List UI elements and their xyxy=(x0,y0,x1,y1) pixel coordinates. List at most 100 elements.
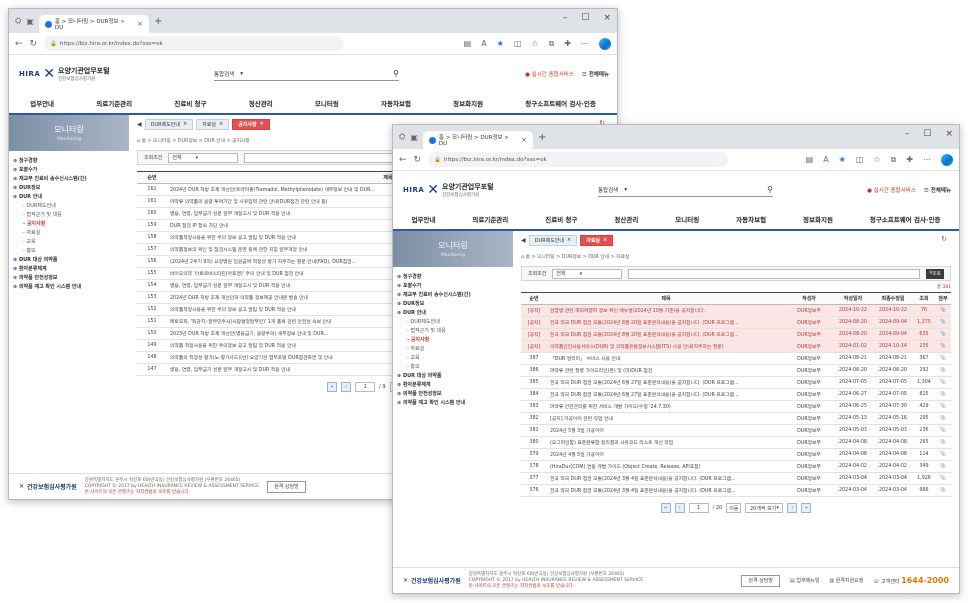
extensions-icon[interactable]: ✚ xyxy=(906,155,913,164)
search-dropdown-icon[interactable]: ▾ xyxy=(624,187,627,193)
search-icon[interactable]: ⚲ xyxy=(393,69,399,78)
table-row[interactable]: 385 전국 약국 DUR 점검 모듈(2024년 6월 27일 표준분석내용)을… xyxy=(521,376,951,389)
lnb-item[interactable]: 홍보 xyxy=(397,363,509,372)
integrated-search[interactable]: 통합검색 ▾ ⚲ xyxy=(214,67,399,81)
gnb-item[interactable]: 청구소프트웨어 검사·인증 xyxy=(870,214,941,224)
attachment-icon[interactable]: 📎 xyxy=(935,316,951,329)
lnb-item[interactable]: 의약품 재고 확인 시스템 안내 xyxy=(397,399,509,408)
lnb-item[interactable]: DUR 대상 의약품 xyxy=(397,372,509,381)
row-title-link[interactable]: 의약품안전사용서비스(DUR) 및 의약품유통정보시스템(ITS) 사용 안내(… xyxy=(547,340,785,353)
per-page-select[interactable]: 20개씩 보기 ▾ xyxy=(745,503,784,513)
row-title-link[interactable]: [공지] 가공이어 관련 작업 안내 xyxy=(547,412,785,425)
search-button[interactable]: ⚲ 조회 xyxy=(926,268,944,279)
content-tab[interactable]: DUR제도안내 × xyxy=(144,118,194,130)
row-title-link[interactable]: 마약류 관련 질병 가이드라인(본) 및 (마)DUR 점검 xyxy=(547,364,785,377)
attachment-icon[interactable]: 📎 xyxy=(935,472,951,485)
row-title-link[interactable]: (HiraDur(COM) 연동 개발 가이드 (Object Create, … xyxy=(547,460,785,473)
more-icon[interactable]: ⋯ xyxy=(923,155,931,164)
gnb-item[interactable]: 의료기준관리 xyxy=(472,214,508,224)
keyword-input[interactable] xyxy=(628,268,920,279)
favorites-icon[interactable]: ☆ xyxy=(873,155,880,164)
manual-link[interactable]: ▤ 업무매뉴얼 xyxy=(790,577,819,584)
profile-icon[interactable]: ⛭ xyxy=(399,132,405,142)
tabs-prev-icon[interactable]: ◀ xyxy=(137,121,142,128)
attachment-icon[interactable]: 📎 xyxy=(935,400,951,413)
lnb-item[interactable]: DUR정보 xyxy=(13,184,125,193)
filter-select[interactable]: 전체 ▾ xyxy=(552,268,623,279)
lnb-item[interactable]: 법적근거 및 대응 xyxy=(13,211,125,220)
close-tab-icon[interactable]: × xyxy=(260,121,264,127)
row-title-link[interactable]: 감염병 관련 해외여행력 정보 확인 매뉴얼(2024년 10월 기준)을 공지… xyxy=(547,304,785,317)
table-row[interactable]: 376 전국 약국 DUR 점검 모듈(2024년 3월 4일 표준분석내용)을 … xyxy=(521,484,951,497)
lnb-item[interactable]: 자료실 xyxy=(397,345,509,354)
attachment-icon[interactable]: 📎 xyxy=(935,460,951,473)
prev-page-icon[interactable]: ‹ xyxy=(341,382,352,392)
favorites-icon[interactable]: ☆ xyxy=(531,39,538,48)
close-tab-icon[interactable]: × xyxy=(567,237,571,243)
back-icon[interactable]: ← xyxy=(399,155,407,165)
remote-support-link[interactable]: ▥ 원격지원요청 xyxy=(829,577,863,584)
table-row[interactable]: [공지] 전국 약국 DUR 점검 모듈(2024년 8월 20일 표준분석내용)… xyxy=(521,316,951,329)
lnb-item[interactable]: DUR 안내 xyxy=(13,193,125,202)
row-title-link[interactable]: 「DUR 알리미」 서비스 사용 안내 xyxy=(547,352,785,365)
close-tab-icon[interactable]: × xyxy=(521,136,527,144)
lnb-item[interactable]: 홍보 xyxy=(13,247,125,256)
close-window-icon[interactable]: × xyxy=(603,13,611,23)
row-title-link[interactable]: (오그파인함) 표준분류항 정리결과 사유코드 리스트 개선 작업 xyxy=(547,436,785,449)
table-row[interactable]: 379 2024년 4월 5일 가공이어 DUR정보부 2024-04-08 2024-… xyxy=(521,448,951,461)
new-tab-icon[interactable]: + xyxy=(538,132,546,143)
attachment-icon[interactable]: 📎 xyxy=(935,388,951,401)
url-field[interactable]: 🔒 https://biz.hira.or.kr/index.do?sso=ok xyxy=(428,152,729,167)
refresh-icon[interactable]: ↻ xyxy=(414,155,422,165)
attachment-icon[interactable]: 📎 xyxy=(935,424,951,437)
attachment-icon[interactable]: 📎 xyxy=(935,448,951,461)
table-row[interactable]: 387 「DUR 알리미」 서비스 사용 안내 DUR정보부 2024-08-21 20… xyxy=(521,352,951,365)
gnb-item[interactable]: 자동차보험 xyxy=(381,98,411,108)
hira-logo[interactable]: HIRA ✕ 요양기관업무포털 건강보험심사평가원 xyxy=(403,182,494,198)
back-icon[interactable]: ← xyxy=(15,39,23,49)
first-page-icon[interactable]: « xyxy=(327,382,338,392)
lnb-item[interactable]: 의약품 안전성정보 xyxy=(13,274,125,283)
full-menu-link[interactable]: ☰ 전체메뉴 xyxy=(582,70,609,78)
table-row[interactable]: 384 전국 약국 DUR 점검 모듈(2024년 6월 27일 표준분석내용)을… xyxy=(521,388,951,401)
attachment-icon[interactable]: 📎 xyxy=(935,328,951,341)
gnb-item[interactable]: 업무안내 xyxy=(30,98,54,108)
table-row[interactable]: 382 [공지] 가공이어 관련 작업 안내 DUR정보부 2024-05-13 202… xyxy=(521,412,951,425)
table-row[interactable]: [공지] 의약품안전사용서비스(DUR) 및 의약품유통정보시스템(ITS) 사용… xyxy=(521,340,951,353)
lnb-item[interactable]: 환자분류체계 xyxy=(397,381,509,390)
row-title-link[interactable]: 전국 약국 DUR 점검 모듈(2024년 6월 27일 표준분석내용)을 공지… xyxy=(547,388,785,401)
gnb-item[interactable]: 정산관리 xyxy=(249,98,273,108)
edge-logo-icon[interactable] xyxy=(599,37,611,50)
row-title-link[interactable]: 2024년 5월 3일 가공이어 xyxy=(547,424,785,437)
lnb-item[interactable]: 청구경향 xyxy=(397,273,509,282)
favorite-star-icon[interactable]: ★ xyxy=(839,155,846,164)
gnb-item[interactable]: 의료기준관리 xyxy=(96,98,132,108)
table-row[interactable]: 377 전국 약국 DUR 점검 모듈(2024년 3월 4일 표준분석내용)을 … xyxy=(521,472,951,485)
lnb-item[interactable]: 자료실 xyxy=(13,229,125,238)
favorite-star-icon[interactable]: ★ xyxy=(497,39,504,48)
lnb-item[interactable]: 법적근거 및 대응 xyxy=(397,327,509,336)
gnb-item[interactable]: 정보화지원 xyxy=(803,214,833,224)
lnb-item[interactable]: 교육 xyxy=(397,354,509,363)
close-window-icon[interactable]: × xyxy=(945,129,953,139)
hira-logo[interactable]: HIRA ✕ 요양기관업무포털 건강보험심사평가원 xyxy=(19,66,110,82)
minimize-icon[interactable]: – xyxy=(563,13,568,23)
lnb-item[interactable]: 재교부 진료비 송수신시스템(간) xyxy=(397,291,509,300)
row-title-link[interactable]: 전국 약국 DUR 점검 모듈(2024년 3월 4일 표준분석내용)을 공지합… xyxy=(547,484,785,497)
row-title-link[interactable]: 2024년 4월 5일 가공이어 xyxy=(547,448,785,461)
table-row[interactable]: 380 (오그파인함) 표준분류항 정리결과 사유코드 리스트 개선 작업 DUR정… xyxy=(521,436,951,449)
gnb-item[interactable]: 청구소프트웨어 검사·인증 xyxy=(525,98,596,108)
maximize-icon[interactable]: ☐ xyxy=(581,13,589,23)
lnb-item[interactable]: DUR 안내 xyxy=(397,309,509,318)
attachment-icon[interactable]: 📎 xyxy=(935,304,951,317)
minimize-icon[interactable]: – xyxy=(905,129,910,139)
table-row[interactable]: [공지] 전국 약국 DUR 점검 모듈(2024년 8월 20일 표준분석내용)… xyxy=(521,328,951,341)
gnb-item[interactable]: 정보화지원 xyxy=(453,98,483,108)
lnb-item[interactable]: 환자분류체계 xyxy=(13,265,125,274)
next-page-icon[interactable]: › xyxy=(787,503,798,513)
reload-tabs-icon[interactable]: ↻ xyxy=(941,235,947,243)
gnb-item[interactable]: 자동차보험 xyxy=(736,214,766,224)
edge-logo-icon[interactable] xyxy=(941,153,953,166)
attachment-icon[interactable]: 📎 xyxy=(935,376,951,389)
lnb-item[interactable]: DUR정보 xyxy=(397,300,509,309)
